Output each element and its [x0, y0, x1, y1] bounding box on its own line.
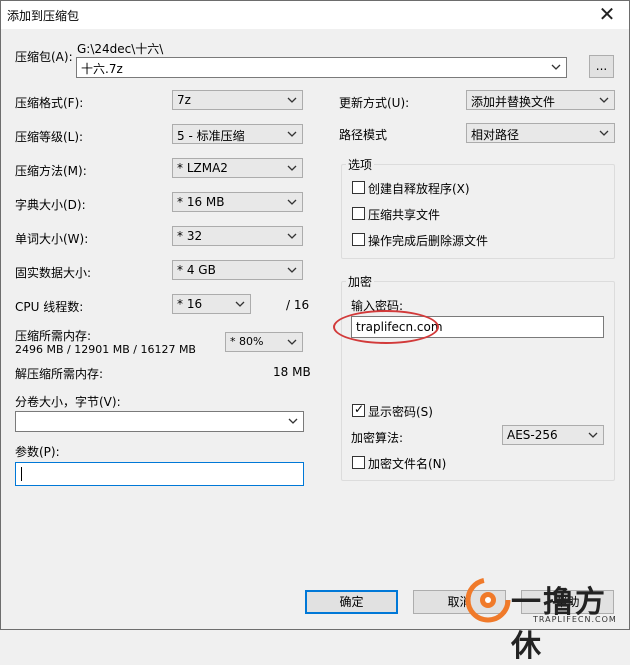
- chevron-down-icon: [287, 199, 297, 205]
- archive-path: G:\24dec\十六\: [77, 42, 164, 56]
- shared-checkbox[interactable]: [352, 207, 365, 220]
- sfx-label[interactable]: 创建自释放程序(X): [368, 180, 470, 197]
- word-select[interactable]: * 32: [172, 226, 303, 246]
- show-password-checkbox[interactable]: [352, 402, 365, 417]
- dict-select[interactable]: * 16 MB: [172, 192, 303, 212]
- dict-value: * 16 MB: [177, 195, 225, 209]
- options-title: 选项: [346, 156, 375, 173]
- level-value: 5 - 标准压缩: [177, 129, 245, 143]
- delete-source-checkbox[interactable]: [352, 233, 365, 246]
- archive-name-value: 十六.7z: [81, 62, 123, 76]
- chevron-down-icon: [287, 131, 297, 137]
- chevron-down-icon: [287, 339, 297, 345]
- mem-percent-select[interactable]: * 80%: [225, 332, 303, 352]
- chevron-down-icon: [599, 130, 609, 136]
- chevron-down-icon: [288, 418, 298, 424]
- method-select[interactable]: * LZMA2: [172, 158, 303, 178]
- update-select[interactable]: 添加并替换文件: [466, 90, 615, 110]
- split-combo[interactable]: [15, 411, 304, 432]
- path-mode-select[interactable]: 相对路径: [466, 123, 615, 143]
- threads-value: * 16: [177, 297, 203, 311]
- archive-name-combo[interactable]: 十六.7z: [76, 57, 567, 78]
- method-value: * LZMA2: [177, 161, 228, 175]
- threads-label: CPU 线程数:: [15, 300, 84, 314]
- params-label: 参数(P):: [15, 445, 60, 459]
- browse-button[interactable]: ...: [589, 55, 614, 78]
- chevron-down-icon: [588, 432, 598, 438]
- chevron-down-icon: [287, 97, 297, 103]
- split-label: 分卷大小，字节(V):: [15, 395, 121, 409]
- watermark-url: TRAPLIFECN.COM: [533, 615, 617, 624]
- params-input[interactable]: [15, 462, 304, 486]
- chevron-down-icon: [287, 233, 297, 239]
- word-value: * 32: [177, 229, 203, 243]
- update-value: 添加并替换文件: [471, 95, 556, 109]
- enc-method-value: AES-256: [507, 428, 558, 442]
- enc-method-label: 加密算法:: [351, 431, 404, 445]
- red-highlight-circle: [333, 310, 439, 344]
- chevron-down-icon: [551, 64, 561, 70]
- threads-total: / 16: [286, 298, 310, 312]
- window-title: 添加到压缩包: [7, 9, 80, 23]
- solid-label: 固实数据大小:: [15, 266, 92, 280]
- chevron-down-icon: [287, 165, 297, 171]
- encryption-title: 加密: [346, 273, 375, 290]
- path-mode-value: 相对路径: [471, 128, 520, 142]
- encrypt-names-checkbox[interactable]: [352, 456, 365, 469]
- mem-decomp-value: 18 MB: [273, 365, 311, 379]
- text-cursor: [21, 467, 22, 481]
- mem-comp-label: 压缩所需内存:: [15, 329, 92, 343]
- mem-comp-detail: 2496 MB / 12901 MB / 16127 MB: [15, 343, 196, 356]
- chevron-down-icon: [287, 267, 297, 273]
- update-label: 更新方式(U):: [339, 96, 410, 110]
- delete-source-label[interactable]: 操作完成后删除源文件: [368, 232, 488, 249]
- shared-label[interactable]: 压缩共享文件: [368, 206, 440, 223]
- threads-select[interactable]: * 16: [172, 294, 251, 314]
- format-label: 压缩格式(F):: [15, 96, 84, 110]
- mem-decomp-label: 解压缩所需内存:: [15, 367, 104, 381]
- dict-label: 字典大小(D):: [15, 198, 86, 212]
- watermark-logo-icon: [465, 577, 511, 623]
- sfx-checkbox[interactable]: [352, 181, 365, 194]
- word-label: 单词大小(W):: [15, 232, 89, 246]
- format-value: 7z: [177, 93, 191, 107]
- close-icon[interactable]: ✕: [595, 3, 619, 27]
- archive-label: 压缩包(A):: [15, 50, 73, 64]
- add-to-archive-dialog: 添加到压缩包 ✕ 压缩包(A): G:\24dec\十六\ 十六.7z ... …: [0, 0, 630, 664]
- level-select[interactable]: 5 - 标准压缩: [172, 124, 303, 144]
- chevron-down-icon: [599, 97, 609, 103]
- ok-button[interactable]: 确定: [305, 590, 398, 614]
- chevron-down-icon: [235, 301, 245, 307]
- solid-value: * 4 GB: [177, 263, 216, 277]
- encrypt-names-label[interactable]: 加密文件名(N): [368, 455, 446, 472]
- path-mode-label: 路径模式: [339, 128, 388, 142]
- format-select[interactable]: 7z: [172, 90, 303, 110]
- method-label: 压缩方法(M):: [15, 164, 87, 178]
- mem-percent-value: * 80%: [230, 335, 264, 348]
- solid-select[interactable]: * 4 GB: [172, 260, 303, 280]
- level-label: 压缩等级(L):: [15, 130, 84, 144]
- enc-method-select[interactable]: AES-256: [502, 425, 604, 445]
- show-password-label[interactable]: 显示密码(S): [368, 403, 433, 420]
- title-bar: 添加到压缩包 ✕: [1, 1, 629, 29]
